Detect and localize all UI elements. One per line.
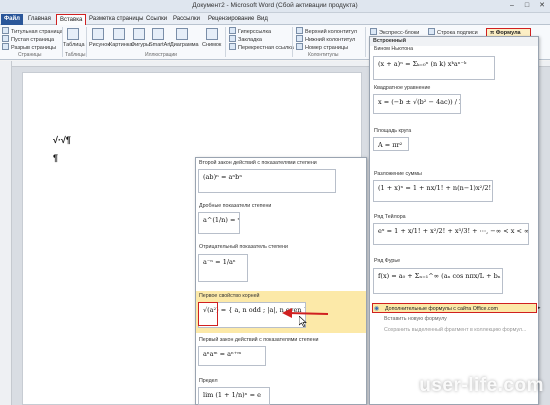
- cover-page-icon: [2, 27, 9, 34]
- equation-item[interactable]: A = πr²: [373, 137, 409, 151]
- gallery-section-heading: Дробные показатели степени: [199, 203, 272, 209]
- smartart-icon: [152, 28, 164, 40]
- gallery-section-heading: Первый закон действий с показателями сте…: [199, 337, 319, 343]
- group-tables-label: Таблицы: [65, 52, 86, 58]
- tab-insert[interactable]: Вставка: [56, 14, 87, 25]
- cross-reference-icon: [229, 43, 236, 50]
- page-break-label: Разрыв страницы: [11, 45, 57, 51]
- bookmark-icon: [229, 35, 236, 42]
- save-selection-label: Сохранить выделенный фрагмент в коллекци…: [384, 327, 527, 333]
- gallery-section-heading: Отрицательный показатель степени: [199, 244, 288, 250]
- shapes-button[interactable]: Фигуры: [131, 42, 150, 48]
- screenshot-icon: [206, 28, 218, 40]
- header-icon: [296, 27, 303, 34]
- group-illustrations-label: Иллюстрации: [145, 52, 177, 58]
- equation-item[interactable]: a^(1/n) = ⁿ√a: [198, 212, 240, 234]
- document-paragraph-mark: ¶: [53, 153, 59, 163]
- tab-file[interactable]: Файл: [1, 14, 23, 25]
- tab-view[interactable]: Вид: [254, 14, 271, 25]
- ribbon-separator: [365, 27, 366, 57]
- insert-new-equation-menu-item[interactable]: Вставить новую формулу: [372, 314, 537, 324]
- more-equations-office-menu-item[interactable]: Дополнительные формулы с сайта Office.co…: [372, 303, 537, 313]
- close-button[interactable]: ✕: [535, 1, 549, 11]
- more-equations-label: Дополнительные формулы с сайта Office.co…: [385, 306, 498, 312]
- globe-icon: ◉: [374, 306, 380, 312]
- window-title: Документ2 - Microsoft Word (Сбой активац…: [192, 2, 358, 9]
- tab-page-layout[interactable]: Разметка страницы: [86, 14, 146, 25]
- gallery-section-heading: Разложение суммы: [374, 171, 422, 177]
- insert-new-equation-label: Вставить новую формулу: [384, 316, 447, 322]
- page-break-button[interactable]: Разрыв страницы: [2, 43, 56, 51]
- gallery-section-heading: Второй закон действий с показателями сте…: [199, 160, 317, 166]
- signature-line-icon: [428, 28, 435, 35]
- gallery-section-heading: Площадь круга: [374, 128, 412, 134]
- tab-references[interactable]: Ссылки: [143, 14, 170, 25]
- bookmark-button[interactable]: Закладка: [229, 35, 262, 43]
- ribbon-tabs: Файл Главная Вставка Разметка страницы С…: [0, 13, 550, 25]
- chevron-right-icon: ▸: [538, 305, 541, 311]
- vertical-ruler[interactable]: [0, 61, 12, 405]
- equation-item[interactable]: eˣ = 1 + x/1! + x²/2! + x³/3! + ⋯, −∞ < …: [373, 223, 529, 245]
- tab-review[interactable]: Рецензирование: [205, 14, 257, 25]
- smartart-button[interactable]: SmartArt: [149, 42, 171, 48]
- page-break-icon: [2, 43, 9, 50]
- highlight-box: [198, 302, 218, 326]
- ribbon-separator: [225, 27, 226, 57]
- gallery-section-heading: Бином Ньютона: [374, 46, 414, 52]
- table-button[interactable]: Таблица: [63, 42, 85, 48]
- hyperlink-icon: [229, 27, 236, 34]
- group-pages-label: Страницы: [18, 52, 42, 58]
- quick-parts-button[interactable]: Экспресс-блоки: [370, 28, 419, 36]
- page-number-label: Номер страницы: [305, 45, 349, 51]
- equation-item[interactable]: lim (1 + 1/n)ⁿ = e: [198, 387, 270, 405]
- cover-page-button[interactable]: Титульная страница: [2, 27, 63, 35]
- save-selection-menu-item[interactable]: Сохранить выделенный фрагмент в коллекци…: [372, 325, 537, 335]
- equation-item[interactable]: (x + a)ⁿ = Σₖ₌₀ⁿ (n k) xᵏaⁿ⁻ᵏ: [373, 56, 495, 80]
- equation-item[interactable]: (ab)ⁿ = aⁿbⁿ: [198, 169, 336, 193]
- gallery-section-heading: Ряд Фурье: [374, 258, 401, 264]
- shapes-icon: [133, 28, 145, 40]
- mouse-cursor-icon: [299, 316, 307, 327]
- gallery-section-heading: Предел: [199, 378, 218, 384]
- tab-home[interactable]: Главная: [25, 14, 54, 25]
- page-number-button[interactable]: Номер страницы: [296, 43, 348, 51]
- quick-parts-icon: [370, 28, 377, 35]
- signature-line-button[interactable]: Строка подписи: [428, 28, 478, 36]
- blank-page-icon: [2, 35, 9, 42]
- picture-button[interactable]: Рисунок: [89, 42, 110, 48]
- clipart-icon: [113, 28, 125, 40]
- cross-reference-button[interactable]: Перекрестная ссылка: [229, 43, 294, 51]
- group-header-footer-label: Колонтитулы: [308, 52, 339, 58]
- header-button[interactable]: Верхний колонтитул: [296, 27, 357, 35]
- equation-item[interactable]: x = (−b ± √(b² − 4ac)) / 2a: [373, 94, 461, 114]
- picture-icon: [92, 28, 104, 40]
- footer-icon: [296, 35, 303, 42]
- ribbon-separator: [292, 27, 293, 57]
- equation-item[interactable]: a⁻ⁿ = 1/aⁿ: [198, 254, 248, 282]
- chart-button[interactable]: Диаграмма: [170, 42, 199, 48]
- gallery-section-heading: Первое свойство корней: [199, 293, 260, 299]
- chart-icon: [176, 28, 188, 40]
- screenshot-button[interactable]: Снимок: [202, 42, 221, 48]
- tab-mailings[interactable]: Рассылки: [170, 14, 203, 25]
- equation-item[interactable]: (1 + x)ⁿ = 1 + nx/1! + n(n−1)x²/2! + ⋯: [373, 180, 493, 202]
- table-icon: [67, 28, 79, 40]
- minimize-button[interactable]: –: [505, 1, 519, 11]
- equation-item[interactable]: aⁿaᵐ = aⁿ⁺ᵐ: [198, 346, 266, 366]
- hyperlink-button[interactable]: Гиперссылка: [229, 27, 271, 35]
- gallery-section-heading: Квадратное уравнение: [374, 85, 431, 91]
- equation-item[interactable]: f(x) = a₀ + Σₙ₌₁^∞ (aₙ cos nπx/L + bₙ si…: [373, 268, 503, 294]
- clipart-button[interactable]: Картинка: [109, 42, 132, 48]
- page-number-icon: [296, 43, 303, 50]
- ribbon-separator: [86, 27, 87, 57]
- title-bar: Документ2 - Microsoft Word (Сбой активац…: [0, 0, 550, 13]
- maximize-button[interactable]: □: [520, 1, 534, 11]
- cross-reference-label: Перекрестная ссылка: [238, 45, 294, 51]
- watermark: user-life.com: [419, 375, 544, 396]
- document-text: √·√¶: [53, 135, 71, 145]
- blank-page-button[interactable]: Пустая страница: [2, 35, 54, 43]
- footer-button[interactable]: Нижний колонтитул: [296, 35, 355, 43]
- gallery-section-heading: Ряд Тейлора: [374, 214, 406, 220]
